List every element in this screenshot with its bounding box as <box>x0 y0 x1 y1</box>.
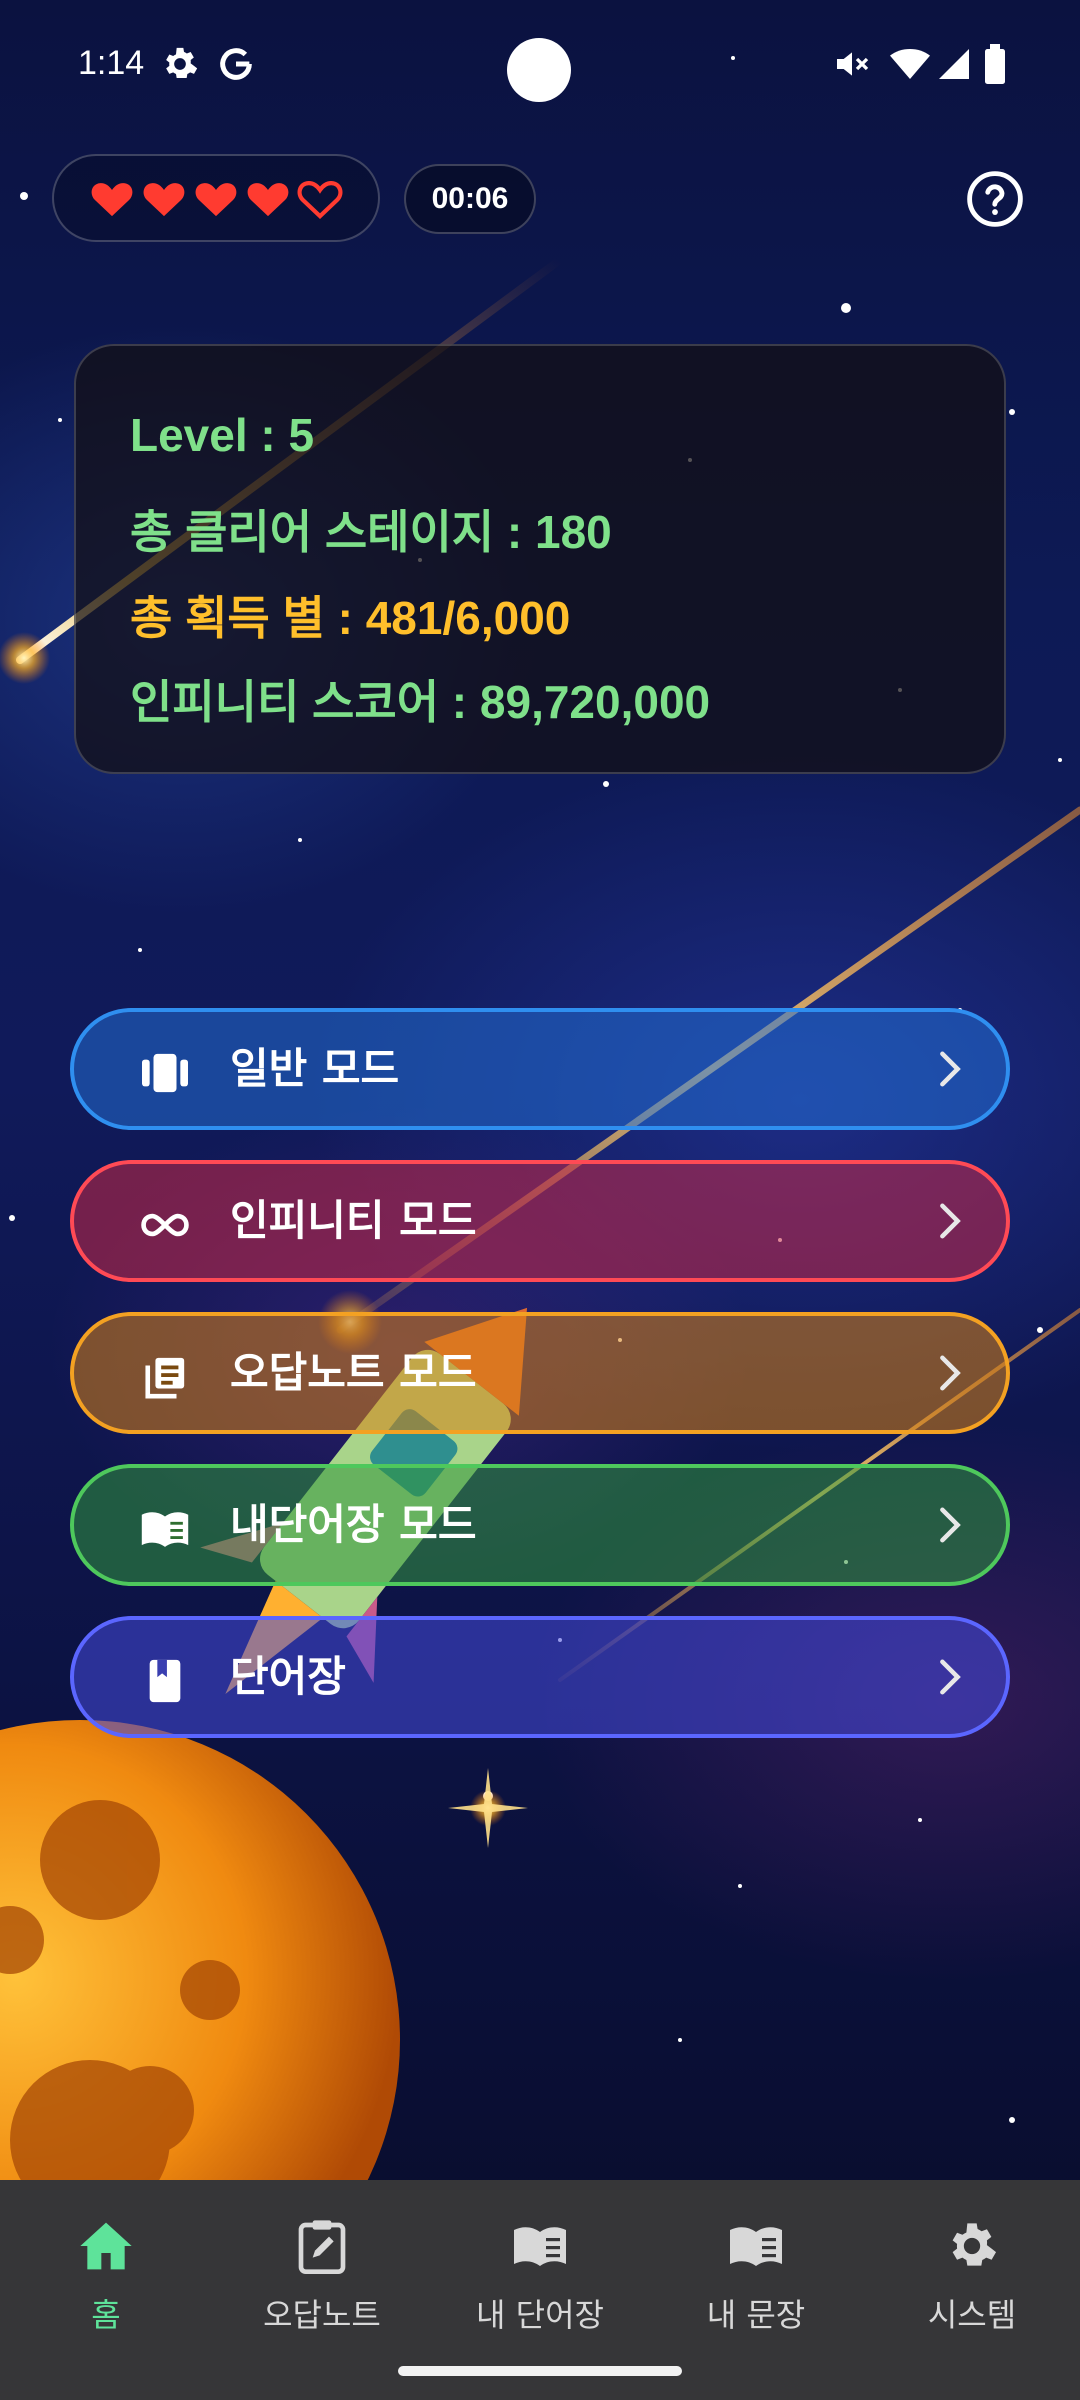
cards-icon <box>142 1053 188 1093</box>
chevron-right-icon <box>940 1203 961 1239</box>
app-screen: 1:14 00:06 Level : 5 총 클리어 스테이지: 180 총 … <box>0 0 1080 2400</box>
status-time: 1:14 <box>78 44 145 82</box>
mode-label: 인피니티 모드 <box>230 1196 477 1245</box>
stars-text: 총 획득 별 : 481/6,000 <box>130 592 571 644</box>
open-book-icon <box>141 1512 189 1547</box>
signal-icon <box>939 49 969 79</box>
lives-indicator <box>52 154 380 242</box>
nav-item-my-sentences[interactable]: 내 문장 <box>656 2208 856 2358</box>
chevron-right-icon <box>940 1507 961 1543</box>
gesture-bar[interactable] <box>398 2366 682 2376</box>
heart-filled-icon <box>195 183 237 217</box>
nav-label: 시스템 <box>927 2296 1017 2334</box>
open-book-icon <box>514 2227 566 2266</box>
camera-cutout <box>507 38 571 102</box>
wifi-icon <box>890 49 930 79</box>
stats-card: Level : 5 총 클리어 스테이지 : 180 총 획득 별 : 481/… <box>74 344 1006 774</box>
book-icon <box>149 1659 181 1703</box>
settings-icon <box>166 47 198 78</box>
mute-icon <box>837 52 869 76</box>
cleared-stages-text: 총 클리어 스테이지 : 180 <box>130 506 612 558</box>
chevron-right-icon <box>940 1051 961 1087</box>
infinity-icon <box>141 1213 189 1237</box>
home-icon <box>80 2222 132 2270</box>
clipboard-edit-icon <box>298 2220 346 2274</box>
mode-label: 내단어장 모드 <box>230 1500 477 1549</box>
nav-item-my-wordbook[interactable]: 내 단어장 <box>440 2208 640 2358</box>
nav-item-wrong-notes[interactable]: 오답노트 <box>222 2208 422 2358</box>
my-wordbook-mode-button[interactable]: 내단어장 모드 <box>70 1464 1010 1586</box>
heart-filled-icon <box>91 183 133 217</box>
heart-filled-icon <box>247 183 289 217</box>
chevron-right-icon <box>940 1659 961 1695</box>
help-circle-icon[interactable] <box>966 170 1024 228</box>
timer-display: 00:06 <box>404 164 536 234</box>
infinity-mode-button[interactable]: 인피니티 모드 <box>70 1160 1010 1282</box>
nav-item-home[interactable]: 홈 <box>6 2208 206 2358</box>
nav-label: 내 문장 <box>706 2296 806 2334</box>
nav-label: 홈 <box>91 2296 121 2334</box>
battery-icon <box>985 44 1005 84</box>
status-bar: 1:14 <box>0 0 1080 130</box>
heart-empty-icon <box>297 181 343 219</box>
notes-icon <box>145 1357 185 1399</box>
gear-icon <box>952 2223 997 2266</box>
wrong-notes-mode-button[interactable]: 오답노트 모드 <box>70 1312 1010 1434</box>
mode-label: 일반 모드 <box>230 1044 400 1093</box>
nav-item-system[interactable]: 시스템 <box>872 2208 1072 2358</box>
chevron-right-icon <box>940 1355 961 1391</box>
nav-label: 오답노트 <box>263 2296 381 2334</box>
mode-label: 오답노트 모드 <box>230 1348 477 1397</box>
mode-label: 단어장 <box>230 1652 346 1701</box>
nav-label: 내 단어장 <box>476 2296 604 2334</box>
wordbook-button[interactable]: 단어장 <box>70 1616 1010 1738</box>
level-text: Level : 5 <box>130 409 315 461</box>
open-book-icon <box>730 2227 782 2266</box>
infinity-score-text: 인피니티 스코어 : 89,720,000 <box>130 676 711 728</box>
google-icon <box>220 48 252 80</box>
normal-mode-button[interactable]: 일반 모드 <box>70 1008 1010 1130</box>
heart-filled-icon <box>143 183 185 217</box>
